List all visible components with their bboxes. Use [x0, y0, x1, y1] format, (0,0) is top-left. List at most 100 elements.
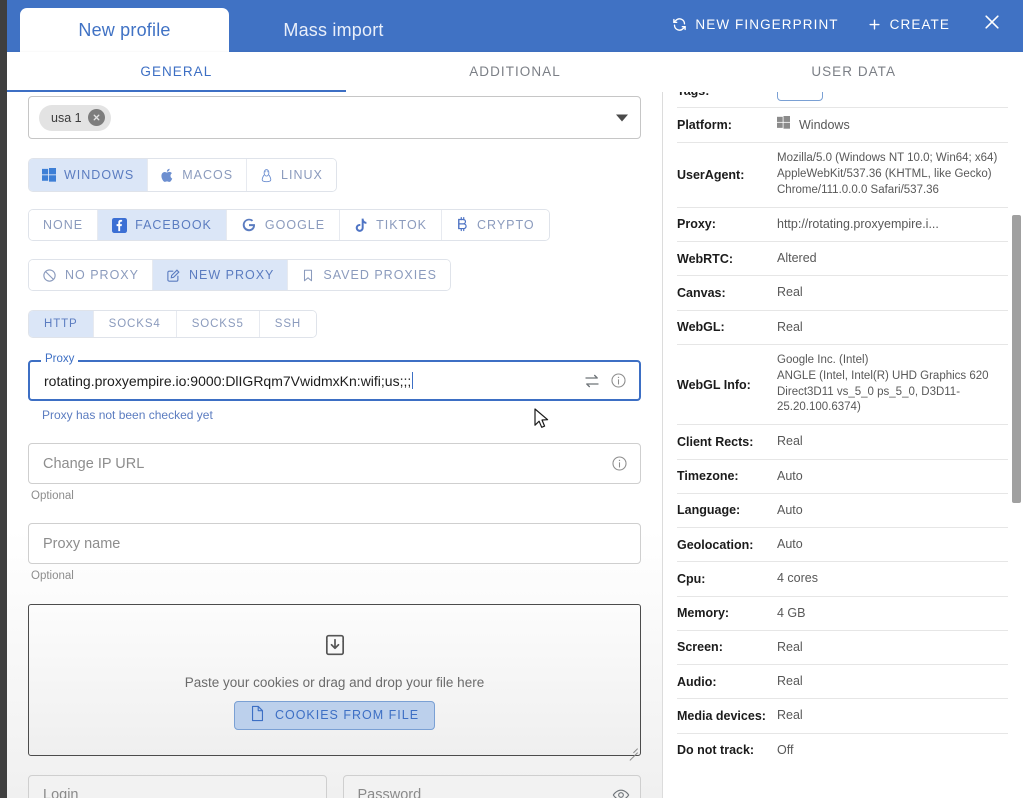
fp-value-client-rects: Real — [777, 434, 803, 449]
tab-mass-import[interactable]: Mass import — [229, 8, 438, 52]
table-row: Audio: Real — [677, 665, 1009, 699]
tab-new-profile[interactable]: New profile — [20, 8, 229, 52]
new-profile-dialog: New profile Mass import NEW FINGERPRINT — [0, 0, 1023, 798]
proxy-name-input[interactable]: Proxy name — [28, 523, 641, 564]
change-ip-url-input[interactable]: Change IP URL — [28, 443, 641, 484]
social-option-none[interactable]: NONE — [29, 210, 99, 240]
vertical-scrollbar-thumb[interactable] — [1012, 215, 1021, 503]
fp-value-webgl: Real — [777, 319, 803, 334]
proxy-input-value: rotating.proxyempire.io:9000:DlIGRqm7Vwi… — [44, 372, 414, 389]
table-row: Platform: Windows — [677, 108, 1009, 143]
table-row: Timezone: Auto — [677, 459, 1009, 494]
tab-general[interactable]: GENERAL — [7, 52, 346, 92]
swap-icon[interactable] — [579, 372, 605, 390]
proxy-mode-new-proxy[interactable]: NEW PROXY — [153, 260, 289, 290]
login-placeholder: Login — [43, 787, 79, 798]
proxy-field-legend: Proxy — [41, 353, 79, 366]
tag-chip-remove-icon[interactable] — [87, 109, 105, 126]
eye-icon[interactable] — [612, 786, 630, 798]
os-option-windows[interactable]: WINDOWS — [29, 159, 149, 191]
proxy-scheme-selector: HTTP SOCKS4 SOCKS5 SSH — [28, 310, 318, 338]
scheme-option-socks5-label: SOCKS5 — [191, 318, 244, 330]
fp-key-language: Language: — [677, 503, 741, 518]
facebook-icon — [112, 217, 128, 233]
os-option-windows-label: WINDOWS — [64, 168, 135, 182]
cookies-dropzone[interactable]: Paste your cookies or drag and drop your… — [28, 604, 641, 756]
os-option-macos[interactable]: MACOS — [148, 159, 248, 191]
windows-icon — [42, 168, 56, 182]
social-option-tiktok[interactable]: TIKTOK — [340, 210, 443, 240]
password-input[interactable]: Password — [342, 775, 641, 798]
social-option-crypto-label: CRYPTO — [477, 218, 535, 232]
create-button[interactable]: CREATE — [856, 10, 961, 39]
change-ip-url-hint: Optional — [31, 490, 74, 502]
tab-additional[interactable]: ADDITIONAL — [346, 52, 685, 92]
scheme-option-ssh[interactable]: SSH — [259, 311, 317, 337]
table-row: UserAgent: Mozilla/5.0 (Windows NT 10.0;… — [677, 143, 1009, 208]
file-icon — [250, 705, 265, 725]
cookies-dropzone-text: Paste your cookies or drag and drop your… — [184, 674, 485, 690]
table-row: Do not track: Off — [677, 733, 1009, 767]
window-tabs: New profile Mass import — [20, 0, 438, 52]
info-icon[interactable] — [606, 455, 632, 472]
scheme-option-http-label: HTTP — [44, 318, 78, 330]
proxy-name-hint: Optional — [31, 570, 74, 582]
section-tabs: GENERAL ADDITIONAL USER DATA — [7, 52, 1023, 92]
social-option-google-label: GOOGLE — [264, 218, 326, 232]
fp-key-webgl: WebGL: — [677, 320, 725, 335]
dialog-titlebar: New profile Mass import NEW FINGERPRINT — [0, 0, 1023, 52]
fp-key-memory: Memory: — [677, 606, 730, 621]
new-fingerprint-button[interactable]: NEW FINGERPRINT — [661, 10, 849, 39]
vertical-scrollbar-track[interactable] — [1008, 92, 1023, 798]
proxy-mode-selector: NO PROXY NEW PROXY SAVED PROXIES — [28, 259, 451, 291]
bookmark-icon — [301, 268, 315, 283]
social-option-crypto[interactable]: CRYPTO — [442, 210, 549, 240]
scheme-option-socks4[interactable]: SOCKS4 — [93, 311, 177, 337]
fp-value-geolocation: Auto — [777, 537, 803, 552]
titlebar-actions: NEW FINGERPRINT CREATE — [661, 0, 1023, 52]
dialog-body: usa 1 WINDOWS MACOS LINUX NONE FACEBOOK … — [7, 92, 1023, 798]
social-option-facebook[interactable]: FACEBOOK — [98, 210, 227, 240]
social-option-none-label: NONE — [43, 218, 84, 232]
fp-key-useragent: UserAgent: — [677, 168, 745, 183]
tiktok-icon — [354, 218, 368, 233]
tag-chip[interactable]: usa 1 — [39, 104, 111, 131]
tab-user-data[interactable]: USER DATA — [684, 52, 1023, 92]
fingerprint-table: Tags: Platform: — [677, 92, 1009, 767]
fp-key-webrtc: WebRTC: — [677, 251, 734, 266]
chevron-down-icon[interactable] — [616, 114, 628, 121]
os-selector: WINDOWS MACOS LINUX — [28, 158, 337, 192]
fp-value-memory: 4 GB — [777, 605, 806, 620]
tab-general-label: GENERAL — [140, 64, 213, 79]
os-option-macos-label: MACOS — [182, 168, 234, 182]
dropzone-resize-handle[interactable] — [627, 742, 638, 753]
fp-key-proxy: Proxy: — [677, 217, 716, 232]
fp-key-client-rects: Client Rects: — [677, 434, 754, 449]
os-option-linux[interactable]: LINUX — [247, 159, 336, 191]
fp-key-do-not-track: Do not track: — [677, 743, 755, 758]
fp-value-language: Auto — [777, 502, 803, 517]
create-label: CREATE — [889, 16, 950, 32]
bitcoin-icon — [456, 217, 469, 233]
fp-key-webgl-info: WebGL Info: — [677, 377, 751, 392]
login-input[interactable]: Login — [28, 775, 327, 798]
scheme-option-socks5[interactable]: SOCKS5 — [176, 311, 260, 337]
proxy-input[interactable]: Proxy rotating.proxyempire.io:9000:DlIGR… — [28, 353, 641, 401]
proxy-mode-saved-proxies[interactable]: SAVED PROXIES — [288, 260, 450, 290]
proxy-mode-new-proxy-label: NEW PROXY — [189, 268, 275, 282]
no-proxy-icon — [42, 268, 57, 283]
proxy-name-placeholder: Proxy name — [43, 535, 121, 552]
table-row: WebRTC: Altered — [677, 242, 1009, 276]
apple-icon — [161, 168, 174, 183]
proxy-mode-no-proxy[interactable]: NO PROXY — [29, 260, 153, 290]
fp-key-cpu: Cpu: — [677, 571, 706, 586]
table-row: WebGL Info: Google Inc. (Intel) ANGLE (I… — [677, 344, 1009, 425]
fp-key-canvas: Canvas: — [677, 285, 726, 300]
table-row: WebGL: Real — [677, 310, 1009, 345]
tags-select[interactable]: usa 1 — [28, 96, 641, 139]
social-option-google[interactable]: GOOGLE — [226, 210, 341, 240]
cookies-from-file-button[interactable]: COOKIES FROM FILE — [233, 700, 436, 730]
scheme-option-http[interactable]: HTTP — [29, 311, 94, 337]
close-button[interactable] — [973, 5, 1011, 43]
info-icon[interactable] — [605, 372, 631, 389]
